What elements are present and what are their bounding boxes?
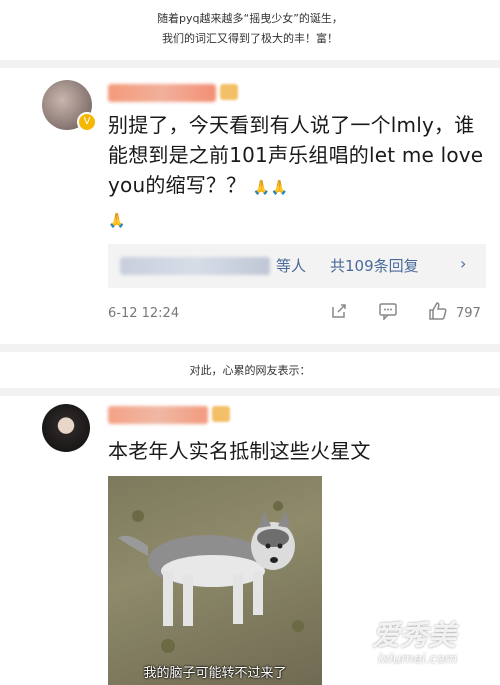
watermark-logo: 爱秀美 [372, 619, 457, 652]
reply-usernames-blurred [120, 257, 270, 275]
like-icon[interactable] [428, 301, 448, 325]
divider [0, 344, 500, 352]
top-caption-line2: 我们的词汇又得到了极大的丰！富！ [162, 32, 338, 45]
avatar[interactable] [42, 404, 90, 452]
middle-caption: 对此，心累的网友表示： [189, 364, 311, 377]
level-badge-icon [212, 406, 230, 422]
husky-dog-image [118, 501, 304, 653]
username-blurred[interactable] [108, 84, 216, 102]
meme-caption: 我的脑子可能转不过来了 [143, 666, 287, 681]
praying-hands-icon: 🙏🙏 [252, 180, 289, 196]
reply-suffix: 等人 [276, 257, 307, 275]
meme-image[interactable]: 我的脑子可能转不过来了 [108, 476, 322, 685]
share-icon[interactable] [330, 302, 348, 324]
praying-hands-icon: 🙏 [108, 213, 126, 229]
chevron-right-icon: › [460, 254, 467, 273]
divider [0, 388, 500, 396]
username-blurred[interactable] [108, 406, 208, 424]
top-caption-line1: 随着pyq越来越多“摇曳少女”的诞生， [157, 12, 343, 25]
watermark-url: ixiumei.com [378, 652, 458, 667]
level-badge-icon [220, 84, 238, 100]
verified-badge-icon: V [77, 112, 97, 132]
comment-text: 本老年人实名抵制这些火星文 [108, 439, 371, 463]
reply-summary-box[interactable]: 等人 共109条回复 › [108, 244, 486, 288]
divider [0, 60, 500, 68]
comment-text: 别提了，今天看到有人说了一个lmly，谁能想到是之前101声乐组唱的let me… [108, 110, 488, 236]
like-count: 797 [456, 306, 481, 321]
comment-icon[interactable] [378, 302, 398, 324]
comment-time: 6-12 12:24 [108, 306, 180, 321]
reply-count-link[interactable]: 共109条回复 [330, 255, 419, 276]
